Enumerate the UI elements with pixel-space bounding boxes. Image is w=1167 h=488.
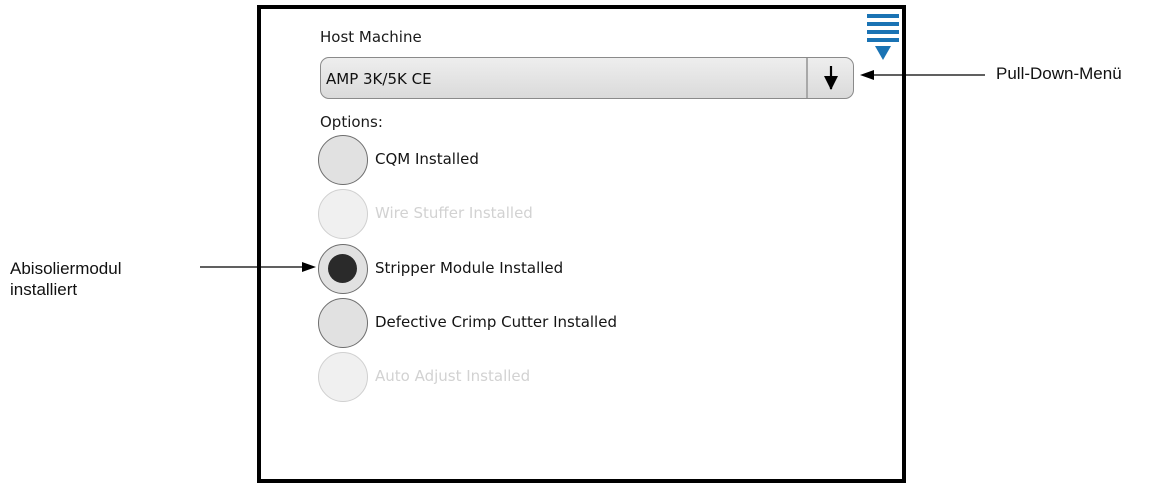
callout-stripper-line2: installiert bbox=[10, 280, 78, 299]
callout-pulldown-menu: Pull-Down-Menü bbox=[996, 64, 1122, 83]
callout-stripper-line1: Abisoliermodul bbox=[10, 259, 122, 278]
callout-arrows bbox=[200, 70, 985, 272]
